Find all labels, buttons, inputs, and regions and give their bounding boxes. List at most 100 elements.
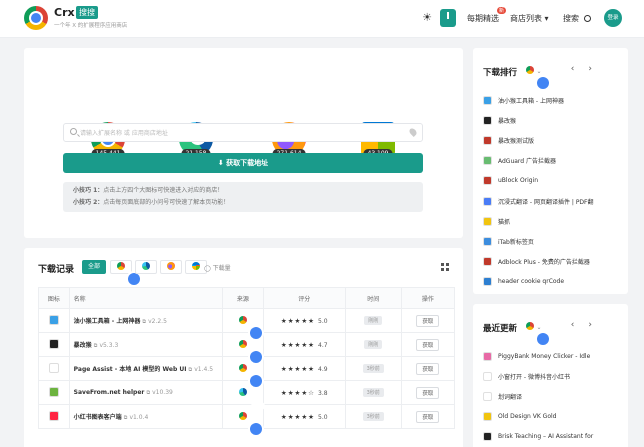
extension-name[interactable]: 小红书图表客户端 (74, 414, 122, 421)
row-time-cell: 刚刚 (344, 332, 402, 357)
login-button[interactable]: 登录 (604, 9, 622, 27)
row-action-cell: 获取 (400, 380, 456, 405)
tips-box: 小技巧 1：点击上方四个大图标可快速进入对应的商店！ 小技巧 2：点击每页面底部… (63, 182, 423, 212)
extension-icon (48, 386, 59, 397)
list-item[interactable]: PiggyBank Money Clicker - Idle (483, 346, 623, 366)
search-input[interactable] (80, 127, 400, 139)
latest-browser-select[interactable]: ⌄ (526, 322, 549, 345)
row-name-cell[interactable]: Page Assist - 本地 AI 模型的 Web UI ⧉ v1.4.5 (68, 356, 223, 381)
extension-icon (48, 338, 59, 349)
row-name-cell[interactable]: 暴改猴 ⧉ v5.3.3 (68, 332, 223, 357)
list-item[interactable]: 划词翻译 (483, 386, 623, 406)
list-item-label: PiggyBank Money Clicker - Idle (498, 352, 591, 360)
chrome-icon (526, 66, 549, 89)
list-item[interactable]: Brisk Teaching – AI Assistant for (483, 427, 623, 447)
nav-monthly[interactable]: 每期精选 (467, 13, 499, 24)
extension-name[interactable]: Page Assist - 本地 AI 模型的 Web UI (74, 366, 187, 373)
row-icon-cell (38, 308, 70, 333)
table-row[interactable]: SaveFrom.net helper ⧉ v10.39 ★★★★☆ 3.8 3秒前 获… (38, 380, 456, 411)
rating-stars: ★★★★★ (280, 364, 316, 373)
extension-name[interactable]: SaveFrom.net helper (74, 389, 145, 396)
ms-store-icon (192, 262, 200, 270)
extension-icon (48, 362, 59, 373)
list-item[interactable]: header cookie qrCode (483, 272, 623, 292)
extension-version: v2.2.5 (148, 318, 167, 325)
list-item-label: 猫抓 (498, 218, 511, 226)
rating-score: 4.7 (318, 341, 328, 349)
get-button[interactable]: 获取 (416, 362, 440, 375)
list-item-label: 暴改猴 (498, 117, 517, 125)
theme-toggle-sun-icon[interactable]: ☀ (420, 11, 434, 25)
table-row[interactable]: 暴改猴 ⧉ v5.3.3 ★★★★★ 4.7 刚刚 获取 (38, 332, 456, 363)
brand-name[interactable]: Crx (54, 6, 75, 19)
list-item[interactable]: iTab新标签页 (483, 231, 623, 251)
chrome-icon (526, 322, 549, 345)
grid-view-icon[interactable] (441, 263, 449, 271)
col-rating: 评分 (262, 287, 346, 309)
list-item-label: 油小猴工具箱 - 上网神器 (498, 97, 564, 105)
list-item[interactable]: 沉浸式翻译 - 网页翻译插件 | PDF翻 (483, 191, 623, 211)
extension-icon (483, 216, 492, 226)
extension-icon (483, 351, 492, 361)
edge-icon (142, 262, 168, 285)
next-arrow-icon[interactable]: › (588, 320, 606, 330)
list-item[interactable]: 油小猴工具箱 - 上网神器 (483, 90, 623, 110)
external-link-icon[interactable]: ⧉ (124, 415, 128, 421)
table-row[interactable]: 油小猴工具箱 - 上网神器 ⧉ v2.2.5 ★★★★★ 5.0 刚刚 获取 (38, 308, 456, 339)
list-item[interactable]: 暴改猴 (483, 110, 623, 130)
row-icon-cell (38, 404, 70, 429)
time-tag: 刚刚 (364, 340, 383, 349)
get-download-url-button[interactable]: ⬇ 获取下载地址 (63, 153, 423, 173)
prev-arrow-icon[interactable]: ‹ (571, 64, 589, 74)
location-pin-icon[interactable] (408, 127, 418, 137)
get-button[interactable]: 获取 (416, 338, 440, 351)
row-name-cell[interactable]: 油小猴工具箱 - 上网神器 ⧉ v2.2.5 (68, 308, 223, 333)
get-button[interactable]: 获取 (416, 410, 440, 423)
row-name-cell[interactable]: 小红书图表客户端 ⧉ v1.0.4 (68, 404, 223, 429)
nav-search[interactable]: 搜索 (563, 13, 591, 24)
extension-name[interactable]: 油小猴工具箱 - 上网神器 (74, 318, 141, 325)
list-item[interactable]: 猫抓 (483, 211, 623, 231)
prev-arrow-icon[interactable]: ‹ (571, 320, 589, 330)
list-item[interactable]: Old Design VK Gold (483, 407, 623, 427)
list-item[interactable]: Adblock Plus - 免费的广告拦截器 (483, 252, 623, 272)
row-rating-cell: ★★★★☆ 3.8 (262, 380, 346, 405)
filter-firefox[interactable] (160, 260, 182, 274)
list-item-label: 划词翻译 (498, 393, 523, 401)
extension-icon (48, 410, 59, 421)
row-action-cell: 获取 (400, 356, 456, 381)
table-row[interactable]: 小红书图表客户端 ⧉ v1.0.4 ★★★★★ 5.0 3秒前 获取 (38, 404, 456, 435)
extension-version: v10.39 (152, 389, 173, 396)
rank-browser-select[interactable]: ⌄ (526, 66, 549, 89)
list-item[interactable]: uBlock Origin (483, 171, 623, 191)
app-download-icon[interactable] (440, 9, 456, 27)
filter-chrome[interactable] (110, 260, 140, 285)
get-button[interactable]: 获取 (416, 314, 440, 327)
row-name-cell[interactable]: SaveFrom.net helper ⧉ v10.39 (68, 380, 223, 405)
extension-name[interactable]: 暴改猴 (74, 342, 92, 349)
list-item-label: Brisk Teaching – AI Assistant for (498, 433, 594, 441)
nav-store-list[interactable]: 商店列表 ▾ (510, 13, 549, 24)
chrome-icon (117, 262, 140, 285)
row-rating-cell: ★★★★★ 4.9 (262, 356, 346, 381)
list-item[interactable]: 小窗打开 - 微博抖音小红书 (483, 366, 623, 386)
download-count-toggle[interactable]: ◯ 下载量 (204, 263, 231, 272)
row-time-cell: 3秒前 (344, 404, 402, 429)
chrome-logo-icon[interactable] (24, 6, 48, 30)
list-item[interactable]: 暴改猴测试版 (483, 130, 623, 150)
get-button[interactable]: 获取 (416, 386, 440, 399)
next-arrow-icon[interactable]: › (588, 64, 606, 74)
external-link-icon[interactable]: ⧉ (146, 390, 150, 396)
filter-all[interactable]: 全部 (82, 260, 106, 274)
list-item[interactable]: AdGuard 广告拦截器 (483, 151, 623, 171)
col-name: 名称 (68, 287, 223, 309)
extension-icon (483, 371, 492, 381)
external-link-icon[interactable]: ⧉ (189, 367, 193, 373)
row-action-cell: 获取 (400, 308, 456, 333)
table-row[interactable]: Page Assist - 本地 AI 模型的 Web UI ⧉ v1.4.5 ★… (38, 356, 456, 387)
external-link-icon[interactable]: ⧉ (94, 343, 98, 349)
extension-icon (483, 115, 492, 125)
rating-score: 5.0 (318, 317, 328, 325)
filter-edge[interactable] (135, 260, 168, 285)
external-link-icon[interactable]: ⧉ (142, 319, 146, 325)
